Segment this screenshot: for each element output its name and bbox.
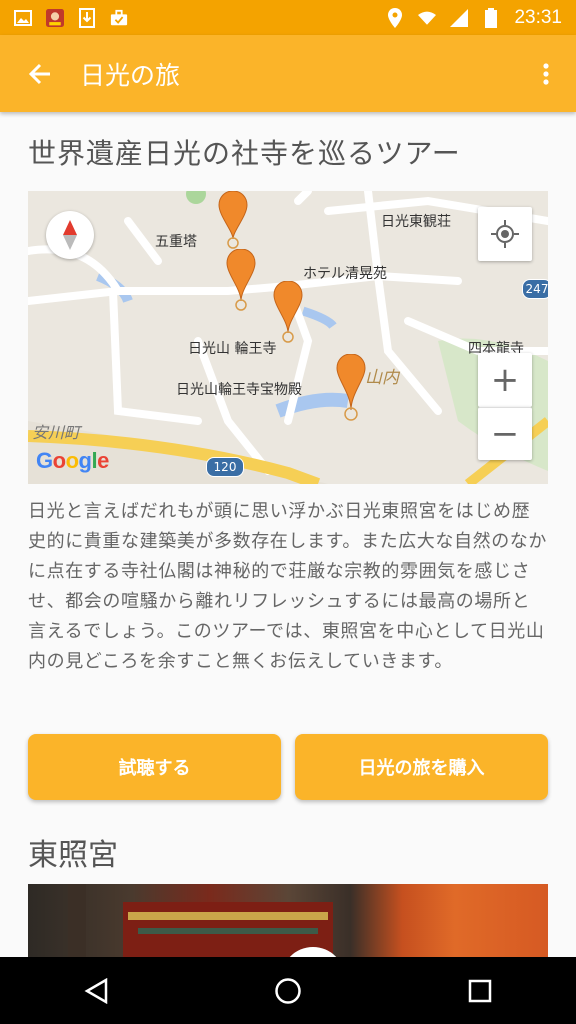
- image-icon: [14, 9, 32, 27]
- zoom-in-button[interactable]: +: [478, 353, 532, 407]
- content-scroll[interactable]: 世界遺産日光の社寺を巡るツアー 五重塔 日光東観荘 ホテル清晃苑 日光山 輪王寺…: [0, 112, 576, 957]
- map-marker[interactable]: [273, 281, 303, 345]
- listen-button[interactable]: 試聴する: [28, 734, 281, 800]
- app-title: 日光の旅: [80, 60, 181, 90]
- status-bar: 23:31: [0, 0, 576, 35]
- app-badge-icon: [46, 8, 64, 27]
- app-bar: 日光の旅: [0, 35, 576, 112]
- map-label-homotsuden: 日光山輪王寺宝物殿: [176, 382, 302, 398]
- nav-recents-button[interactable]: [440, 957, 520, 1024]
- route-shield-2: 247: [522, 279, 548, 299]
- nav-home-button[interactable]: [248, 957, 328, 1024]
- buy-button[interactable]: 日光の旅を購入: [295, 734, 548, 800]
- wifi-icon: [418, 9, 437, 27]
- my-location-button[interactable]: [478, 207, 532, 261]
- map-label-rinnoji: 日光山 輪王寺: [188, 341, 277, 357]
- more-vert-icon: [543, 62, 549, 85]
- nav-back-button[interactable]: [56, 957, 136, 1024]
- navigation-bar: [0, 957, 576, 1024]
- download-icon: [78, 7, 96, 28]
- map-label-hotel: ホテル清晃苑: [303, 266, 387, 282]
- signal-icon: [450, 8, 469, 27]
- route-shield: 120: [206, 457, 244, 477]
- compass-icon: [63, 220, 77, 250]
- map-marker[interactable]: [336, 354, 366, 422]
- tour-title: 世界遺産日光の社寺を巡るツアー: [28, 137, 461, 170]
- zoom-out-button[interactable]: −: [478, 407, 532, 460]
- back-button[interactable]: [0, 35, 80, 112]
- photo-decoration: [68, 884, 337, 957]
- section-photo[interactable]: [28, 884, 548, 957]
- section-title: 東照宮: [28, 838, 118, 873]
- map-label-toshogu-kan: 日光東観荘: [381, 214, 451, 230]
- map-view[interactable]: 五重塔 日光東観荘 ホテル清晃苑 日光山 輪王寺 四本龍寺 日光山輪王寺宝物殿 …: [28, 191, 548, 484]
- clock: 23:31: [514, 6, 562, 28]
- tour-description: 日光と言えばだれもが頭に思い浮かぶ日光東照宮をはじめ歴史的に貴重な建築美が多数存…: [28, 501, 547, 672]
- map-marker[interactable]: [218, 191, 248, 249]
- location-icon: [386, 7, 404, 28]
- arrow-back-icon: [28, 63, 50, 84]
- overflow-menu-button[interactable]: [516, 35, 576, 112]
- map-label-sannai: 山内: [365, 368, 399, 388]
- nav-home-icon: [275, 977, 301, 1004]
- briefcase-icon: [110, 9, 128, 27]
- map-label-yasukawa: 安川町: [32, 423, 81, 442]
- battery-icon: [482, 7, 500, 28]
- map-label-gojunoto: 五重塔: [155, 234, 197, 250]
- my-location-icon: [491, 220, 519, 248]
- nav-back-icon: [84, 977, 108, 1004]
- map-marker[interactable]: [226, 249, 256, 313]
- nav-recents-icon: [468, 979, 492, 1002]
- google-logo: Google: [36, 448, 109, 473]
- compass-button[interactable]: [46, 211, 94, 259]
